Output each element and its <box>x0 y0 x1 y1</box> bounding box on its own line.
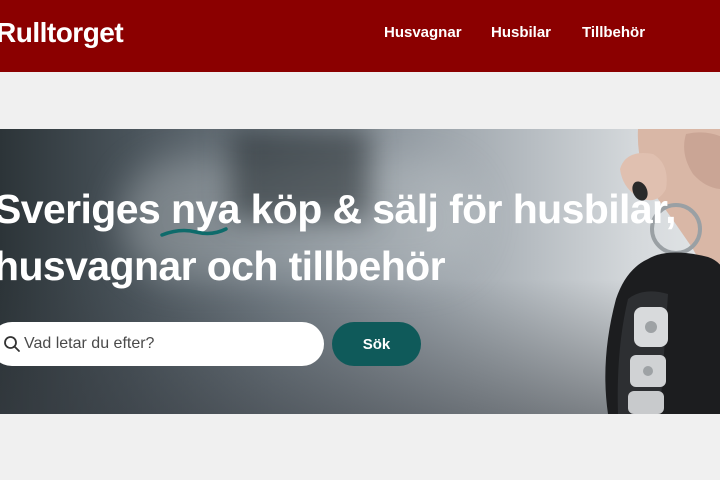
site-logo[interactable]: Rulltorget <box>0 17 124 49</box>
nav-husbilar[interactable]: Husbilar <box>491 24 551 41</box>
hero-headline-line1: Sveriges nya köp & sälj för husbilar, <box>0 186 677 232</box>
nav-tillbehor[interactable]: Tillbehör <box>582 24 645 41</box>
highlight-underline <box>160 227 228 237</box>
hero-headline-line2: husvagnar och tillbehör <box>0 243 446 289</box>
car-key-image <box>605 129 720 414</box>
search-icon <box>4 336 20 352</box>
nav-husvagnar[interactable]: Husvagnar <box>384 24 462 41</box>
search-input[interactable] <box>24 334 314 354</box>
search-button[interactable]: Sök <box>332 322 421 366</box>
site-header: Rulltorget Husvagnar Husbilar Tillbehör <box>0 0 720 72</box>
